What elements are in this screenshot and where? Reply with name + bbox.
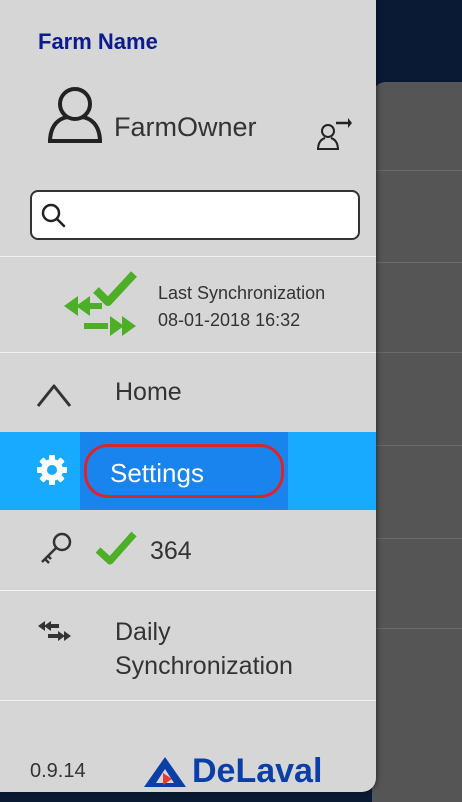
switch-user-icon[interactable] xyxy=(316,116,352,152)
delaval-logo: DeLaval xyxy=(192,752,323,790)
menu-label-daily-line2: Synchronization xyxy=(115,652,293,680)
divider xyxy=(0,590,376,591)
divider xyxy=(0,700,376,701)
delaval-logo-icon xyxy=(144,757,186,787)
background-divider xyxy=(372,445,462,446)
background-divider xyxy=(372,352,462,353)
search-icon xyxy=(41,203,66,228)
search-input[interactable] xyxy=(74,200,358,234)
farm-name: Farm Name xyxy=(38,29,158,54)
menu-label-home: Home xyxy=(115,378,182,406)
background-divider xyxy=(372,538,462,539)
license-count: 364 xyxy=(150,537,192,565)
user-icon xyxy=(48,87,102,143)
menu-item-home[interactable]: Home xyxy=(0,354,376,430)
check-icon xyxy=(95,531,137,565)
app-version: 0.9.14 xyxy=(30,760,86,782)
key-icon xyxy=(41,532,72,564)
background-list xyxy=(372,82,462,802)
daily-sync-icon xyxy=(38,621,71,641)
navigation-drawer: Farm Name FarmOwner Last Synchronization… xyxy=(0,0,376,792)
last-sync-time: 08-01-2018 16:32 xyxy=(158,310,301,330)
search-field[interactable] xyxy=(30,190,360,240)
user-name: FarmOwner xyxy=(114,112,257,142)
divider xyxy=(0,256,376,257)
home-icon xyxy=(36,384,72,407)
background-divider xyxy=(372,628,462,629)
gear-icon xyxy=(37,455,67,485)
sync-arrows-icon xyxy=(64,271,137,336)
last-sync-label: Last Synchronization xyxy=(158,283,326,303)
background-divider xyxy=(372,170,462,171)
menu-item-daily-sync[interactable] xyxy=(0,592,376,700)
divider xyxy=(0,352,376,353)
highlight-annotation xyxy=(84,444,284,498)
menu-label-daily-line1: Daily xyxy=(115,618,171,646)
background-divider xyxy=(372,262,462,263)
